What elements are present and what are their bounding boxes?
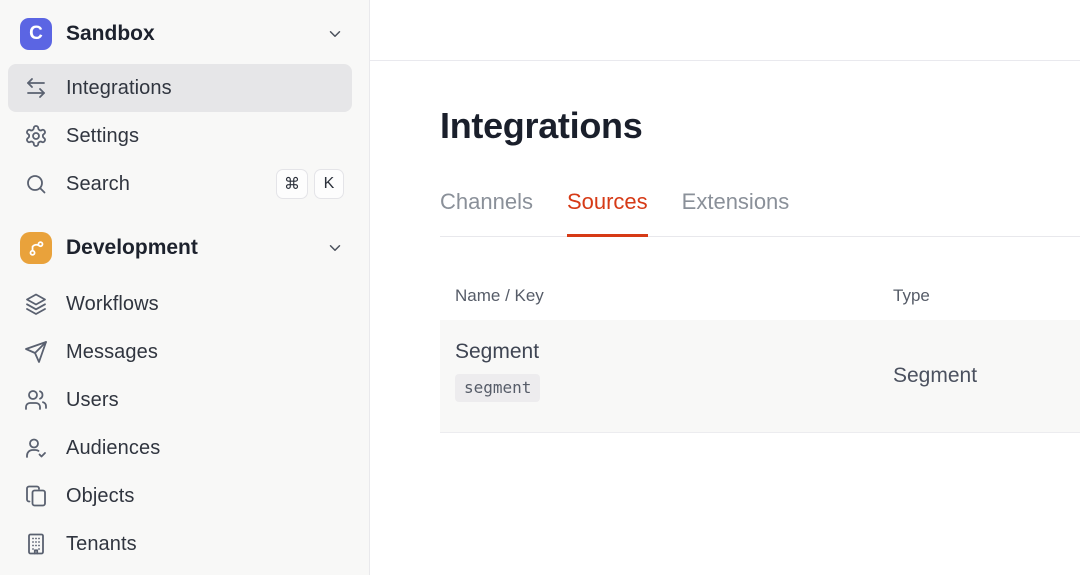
sidebar-section-gap bbox=[0, 208, 369, 226]
app-window: C Sandbox Integrations Settings Search ⌘… bbox=[0, 0, 1080, 575]
integration-name-cell: Segment segment bbox=[440, 320, 878, 432]
search-icon bbox=[24, 172, 48, 196]
column-header-name-key: Name / Key bbox=[455, 286, 544, 305]
column-header-type: Type bbox=[893, 286, 930, 305]
sidebar-item-label: Users bbox=[66, 388, 119, 411]
table-row[interactable]: Segment segment Segment bbox=[440, 320, 1080, 433]
sidebar-item-workflows[interactable]: Workflows bbox=[8, 280, 352, 328]
gear-icon bbox=[24, 124, 48, 148]
page-title: Integrations bbox=[440, 105, 643, 146]
workspace-name: Sandbox bbox=[66, 22, 155, 45]
sidebar-item-label: Settings bbox=[66, 124, 140, 147]
page-content: Integrations Channels Sources Extensions… bbox=[370, 107, 1080, 433]
integration-name: Segment bbox=[455, 340, 540, 363]
chevron-down-icon bbox=[326, 239, 344, 257]
sidebar-item-search[interactable]: Search ⌘ K bbox=[8, 160, 352, 208]
sidebar-item-label: Messages bbox=[66, 340, 158, 363]
tab-bar: Channels Sources Extensions bbox=[440, 189, 1080, 237]
git-branch-icon bbox=[20, 232, 52, 264]
sidebar-item-settings[interactable]: Settings bbox=[8, 112, 352, 160]
workspace-switcher[interactable]: C Sandbox bbox=[8, 12, 352, 56]
tab-sources[interactable]: Sources bbox=[566, 189, 648, 237]
environment-switcher[interactable]: Development bbox=[8, 226, 352, 270]
sidebar-item-label: Integrations bbox=[66, 76, 172, 99]
sidebar-item-audiences[interactable]: Audiences bbox=[8, 424, 352, 472]
chevron-down-icon bbox=[326, 25, 344, 43]
sidebar-item-messages[interactable]: Messages bbox=[8, 328, 352, 376]
building-icon bbox=[24, 532, 48, 556]
sidebar-item-integrations[interactable]: Integrations bbox=[8, 64, 352, 112]
workspace-logo: C bbox=[20, 18, 52, 50]
kbd-command: ⌘ bbox=[276, 169, 308, 199]
layers-icon bbox=[24, 292, 48, 316]
main-area: Integrations Channels Sources Extensions… bbox=[370, 0, 1080, 575]
swap-horizontal-icon bbox=[24, 76, 48, 100]
integration-key-badge: segment bbox=[455, 374, 541, 402]
tab-channels[interactable]: Channels bbox=[440, 189, 533, 237]
sidebar-item-users[interactable]: Users bbox=[8, 376, 352, 424]
sidebar: C Sandbox Integrations Settings Search ⌘… bbox=[0, 0, 370, 575]
integration-type: Segment bbox=[893, 364, 978, 387]
sidebar-item-label: Tenants bbox=[66, 532, 137, 555]
sidebar-item-objects[interactable]: Objects bbox=[8, 472, 352, 520]
tab-extensions[interactable]: Extensions bbox=[682, 189, 790, 237]
kbd-k: K bbox=[314, 169, 344, 199]
send-icon bbox=[24, 340, 48, 364]
sidebar-item-label: Search bbox=[66, 172, 130, 195]
sidebar-item-label: Workflows bbox=[66, 292, 159, 315]
users-icon bbox=[24, 388, 48, 412]
sidebar-item-label: Audiences bbox=[66, 436, 161, 459]
environment-name: Development bbox=[66, 236, 198, 259]
top-bar bbox=[370, 0, 1080, 61]
sidebar-item-tenants[interactable]: Tenants bbox=[8, 520, 352, 568]
table-header: Name / Key Type bbox=[440, 285, 1080, 320]
sidebar-item-label: Objects bbox=[66, 484, 135, 507]
user-check-icon bbox=[24, 436, 48, 460]
copy-icon bbox=[24, 484, 48, 508]
search-shortcut: ⌘ K bbox=[276, 169, 344, 199]
